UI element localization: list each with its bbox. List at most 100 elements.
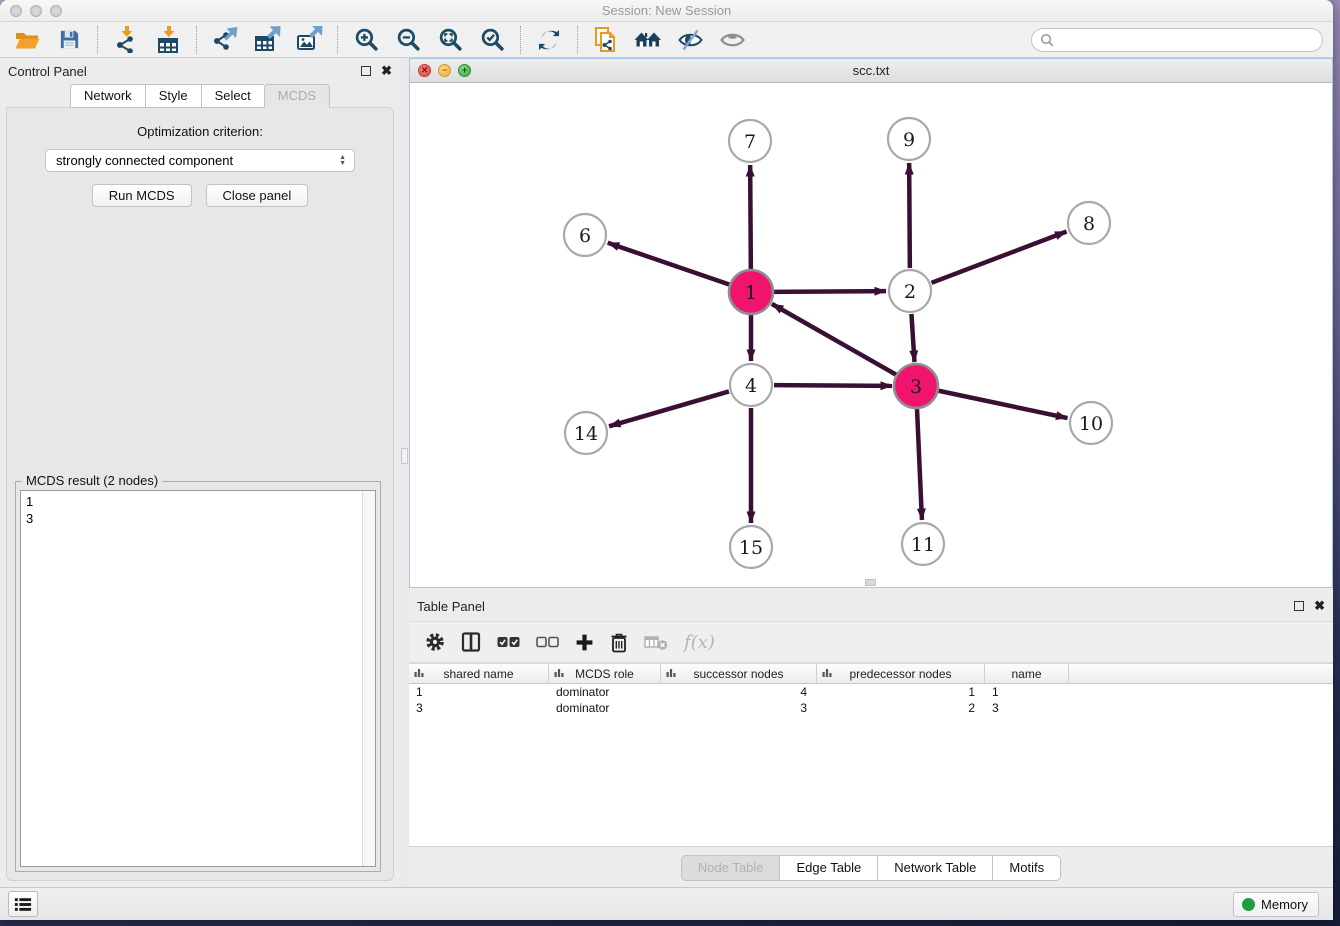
tab-network[interactable]: Network — [70, 84, 145, 108]
graph-edge-3-10[interactable] — [939, 391, 1068, 418]
network-canvas[interactable]: 7968124314101511 — [410, 83, 1332, 587]
table-row[interactable]: 1dominator411 — [409, 684, 1333, 700]
apply-layout-button[interactable] — [530, 24, 568, 56]
zoom-out-button[interactable] — [389, 24, 427, 56]
birds-eye-view-button[interactable] — [713, 24, 751, 56]
float-panel-icon[interactable] — [361, 66, 371, 76]
network-maximize-icon[interactable]: + — [458, 64, 471, 77]
graph-edge-2-8[interactable] — [932, 232, 1067, 283]
zoom-in-button[interactable] — [347, 24, 385, 56]
graph-edge-1-2[interactable] — [774, 291, 886, 292]
column-header-MCDS-role[interactable]: MCDS role — [549, 664, 661, 683]
cell[interactable]: 2 — [817, 701, 985, 715]
session-title: Session: New Session — [0, 3, 1333, 18]
tab-edge-table[interactable]: Edge Table — [779, 855, 877, 881]
show-graphics-details-button[interactable] — [671, 24, 709, 56]
control-panel-tabs: NetworkStyleSelectMCDS — [0, 84, 400, 108]
result-scrollbar[interactable] — [362, 491, 375, 866]
table-panel-title: Table Panel — [417, 599, 485, 614]
cell[interactable]: 1 — [985, 685, 1069, 699]
columns-icon — [461, 632, 481, 652]
optimization-criterion-label: Optimization criterion: — [7, 124, 393, 139]
cell[interactable]: 3 — [985, 701, 1069, 715]
mcds-result-text[interactable]: 1 3 — [21, 491, 362, 866]
cell[interactable]: 4 — [661, 685, 817, 699]
graph-edge-4-3[interactable] — [774, 385, 892, 386]
cell[interactable]: 3 — [409, 701, 549, 715]
memory-button[interactable]: Memory — [1233, 892, 1319, 917]
list-icon — [14, 896, 32, 913]
delete-column-button[interactable] — [610, 632, 628, 653]
split-panel-button[interactable] — [461, 632, 481, 652]
tab-mcds[interactable]: MCDS — [264, 84, 330, 108]
export-table-button[interactable] — [248, 24, 286, 56]
graph-edge-1-7[interactable] — [750, 165, 751, 269]
cell[interactable]: dominator — [549, 701, 661, 715]
table-row[interactable]: 3dominator323 — [409, 700, 1333, 716]
run-mcds-button[interactable]: Run MCDS — [92, 184, 192, 207]
cell[interactable]: 1 — [817, 685, 985, 699]
tab-network-table[interactable]: Network Table — [877, 855, 992, 881]
cell[interactable]: 1 — [409, 685, 549, 699]
panel-splitter[interactable] — [400, 58, 409, 887]
graph-node-label-1: 1 — [745, 282, 757, 304]
column-header-predecessor-nodes[interactable]: predecessor nodes — [817, 664, 985, 683]
zoom-out-icon — [396, 27, 421, 52]
graph-edge-2-9[interactable] — [909, 163, 910, 268]
import-table-button[interactable] — [149, 24, 187, 56]
table-tabs-bar: Node TableEdge TableNetwork TableMotifs — [409, 855, 1333, 881]
clone-network-icon — [593, 26, 620, 53]
graph-node-label-9: 9 — [903, 129, 915, 151]
tab-motifs[interactable]: Motifs — [992, 855, 1061, 881]
network-minimize-icon[interactable]: − — [438, 64, 451, 77]
memory-status-icon — [1242, 898, 1255, 911]
clone-network-button[interactable] — [587, 24, 625, 56]
show-all-networks-button[interactable] — [629, 24, 667, 56]
horizontal-splitter-handle[interactable] — [865, 579, 876, 586]
graph-node-label-8: 8 — [1083, 213, 1095, 235]
function-builder-button[interactable]: f(x) — [684, 632, 715, 653]
import-network-button[interactable] — [107, 24, 145, 56]
graph-node-label-6: 6 — [579, 225, 591, 247]
search-input[interactable] — [1059, 33, 1314, 48]
graph-edge-4-14[interactable] — [609, 391, 729, 426]
column-header-successor-nodes[interactable]: successor nodes — [661, 664, 817, 683]
column-header-shared-name[interactable]: shared name — [409, 664, 549, 683]
deselect-all-button[interactable] — [536, 635, 559, 649]
optimization-criterion-select[interactable]: strongly connected component ▲▼ — [45, 149, 355, 172]
import-network-icon — [113, 26, 140, 53]
close-panel-icon[interactable]: ✖ — [381, 63, 392, 79]
task-history-button[interactable] — [8, 891, 38, 917]
tab-select[interactable]: Select — [201, 84, 264, 108]
sort-icon — [822, 668, 832, 678]
zoom-selected-button[interactable] — [473, 24, 511, 56]
table-options-button[interactable] — [425, 632, 445, 652]
column-header-name[interactable]: name — [985, 664, 1069, 683]
tab-style[interactable]: Style — [145, 84, 201, 108]
save-icon — [58, 28, 81, 51]
close-panel-button[interactable]: Close panel — [206, 184, 309, 207]
graph-edge-2-3[interactable] — [911, 314, 914, 362]
status-bar: Memory — [0, 887, 1333, 920]
export-image-button[interactable] — [290, 24, 328, 56]
save-session-button[interactable] — [50, 24, 88, 56]
gear-icon — [425, 632, 445, 652]
fit-content-button[interactable] — [431, 24, 469, 56]
delete-table-button[interactable] — [644, 634, 668, 651]
select-all-button[interactable] — [497, 635, 520, 649]
graph-edge-1-6[interactable] — [608, 243, 730, 285]
float-table-panel-icon[interactable] — [1294, 601, 1304, 611]
cell[interactable]: dominator — [549, 685, 661, 699]
export-network-button[interactable] — [206, 24, 244, 56]
sort-icon — [666, 668, 676, 678]
cell[interactable]: 3 — [661, 701, 817, 715]
add-column-button[interactable] — [575, 633, 594, 652]
open-file-button[interactable] — [8, 24, 46, 56]
close-table-panel-icon[interactable]: ✖ — [1314, 598, 1325, 614]
table-toolbar: f(x) — [409, 621, 1333, 663]
tab-node-table[interactable]: Node Table — [681, 855, 780, 881]
network-close-icon[interactable]: ✕ — [418, 64, 431, 77]
graph-edge-3-11[interactable] — [917, 409, 922, 520]
graph-edge-3-1[interactable] — [772, 304, 896, 375]
toolbar-separator — [97, 26, 98, 54]
